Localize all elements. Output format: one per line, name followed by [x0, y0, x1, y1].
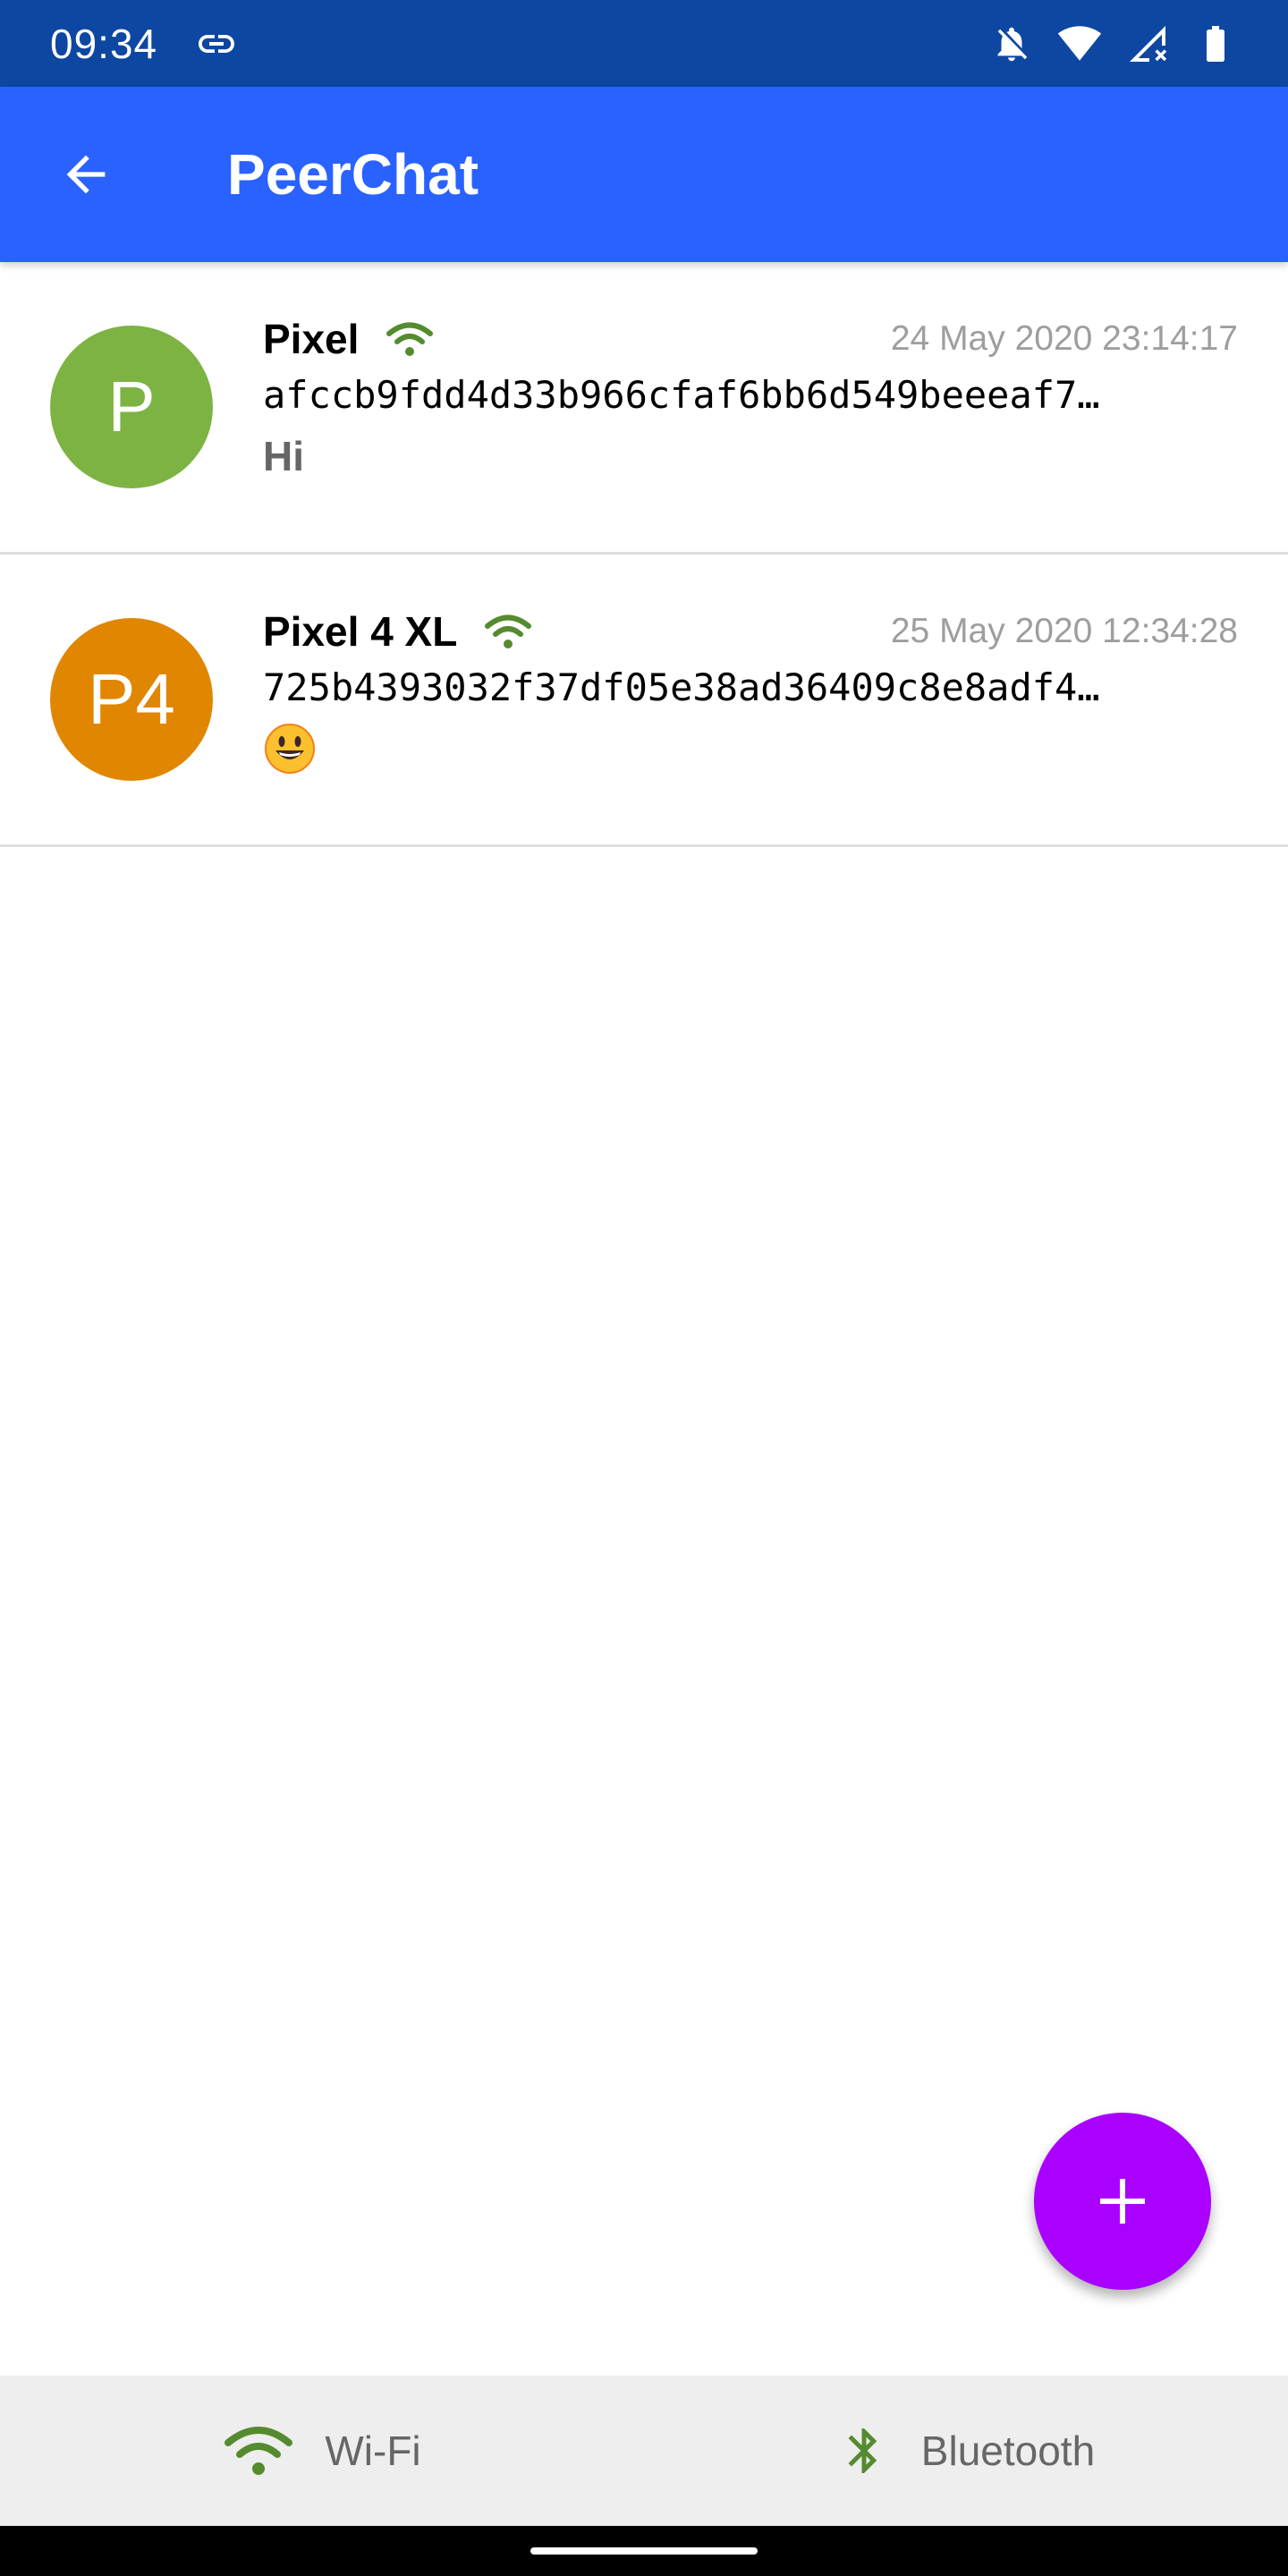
chat-list: P Pixel 24 May 2020 23:14:17 afccb9fdd4d…: [0, 262, 1288, 847]
plus-icon: [1100, 2179, 1145, 2224]
avatar: P4: [50, 618, 213, 781]
system-nav-bar: [0, 2526, 1288, 2576]
notifications-off-icon: [989, 21, 1034, 66]
timestamp: 25 May 2020 12:34:28: [890, 612, 1238, 650]
link-icon: [195, 21, 242, 67]
app-bar: PeerChat: [0, 87, 1288, 262]
peer-name: Pixel 4 XL: [263, 608, 458, 655]
timestamp: 24 May 2020 23:14:17: [890, 319, 1238, 358]
peer-id: afccb9fdd4d33b966cfaf6bb6d549beeeaf7…: [263, 373, 1100, 417]
bottom-bar: Wi-Fi Bluetooth: [0, 2376, 1288, 2526]
bluetooth-icon: [837, 2417, 891, 2485]
wifi-icon: [484, 612, 532, 651]
peer-name: Pixel: [263, 316, 360, 362]
avatar-initials: P: [107, 367, 156, 446]
add-chat-button[interactable]: [1034, 2113, 1211, 2290]
wifi-icon: [1057, 21, 1102, 66]
chat-row[interactable]: P4 Pixel 4 XL 25 May 2020 12:34:28 725b4…: [0, 555, 1288, 847]
grinning-face-icon: [265, 724, 315, 774]
bottom-item-bluetooth[interactable]: Bluetooth: [644, 2376, 1288, 2526]
wifi-icon: [386, 319, 434, 359]
wifi-icon: [223, 2423, 294, 2479]
last-message: Hi: [263, 433, 304, 479]
home-gesture-handle[interactable]: [530, 2547, 758, 2555]
cellular-no-data-icon: [1125, 21, 1170, 66]
last-message: [263, 722, 1238, 775]
peer-id: 725b4393032f37df05e38ad36409c8e8adf4…: [263, 665, 1100, 709]
chat-row[interactable]: P Pixel 24 May 2020 23:14:17 afccb9fdd4d…: [0, 262, 1288, 555]
status-time: 09:34: [50, 20, 158, 67]
bottom-item-wifi[interactable]: Wi-Fi: [0, 2376, 644, 2526]
battery-icon: [1193, 21, 1238, 66]
app-title: PeerChat: [227, 142, 479, 207]
bottom-label-wifi: Wi-Fi: [325, 2428, 421, 2474]
chat-row-content: Pixel 24 May 2020 23:14:17 afccb9fdd4d33…: [263, 314, 1238, 483]
avatar: P: [50, 326, 213, 488]
arrow-back-icon[interactable]: [43, 131, 129, 217]
bottom-label-bluetooth: Bluetooth: [920, 2428, 1096, 2474]
chat-row-content: Pixel 4 XL 25 May 2020 12:34:28 725b4393…: [263, 606, 1238, 775]
avatar-initials: P4: [88, 659, 175, 739]
status-bar: 09:34: [0, 0, 1288, 87]
